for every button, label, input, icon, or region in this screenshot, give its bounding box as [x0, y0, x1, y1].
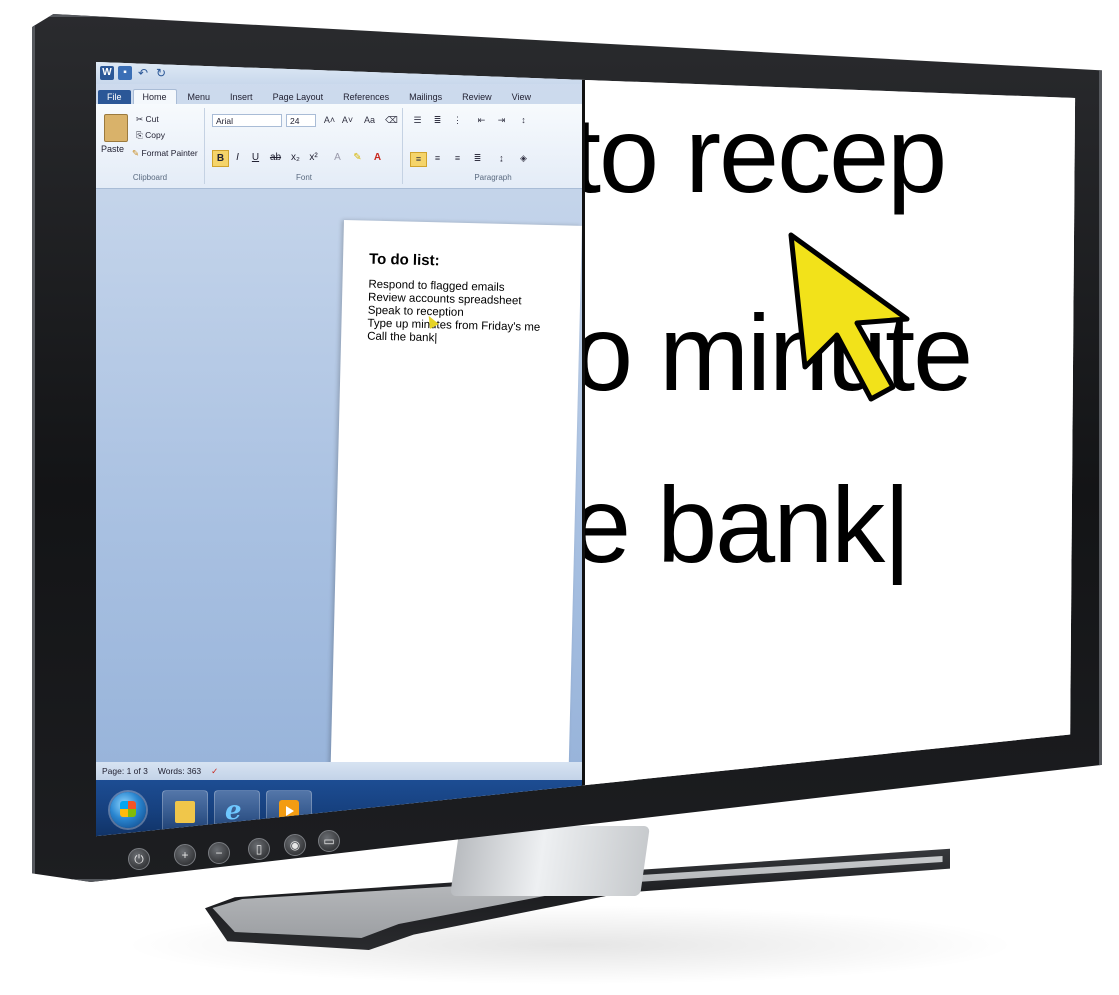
tab-view[interactable]: View	[503, 90, 540, 104]
minus-icon[interactable]: −	[208, 842, 230, 864]
magnified-line-1: to recep	[582, 94, 947, 215]
start-button[interactable]	[110, 792, 146, 828]
page-count[interactable]: Page: 1 of 3	[102, 766, 148, 776]
change-case-icon[interactable]: Aa	[362, 114, 377, 127]
paste-icon[interactable]	[104, 114, 128, 142]
paragraph-group-label: Paragraph	[474, 173, 512, 182]
magnifier-pane: to recep o minute e bank|	[582, 62, 1076, 837]
highlight-button[interactable]: ✎	[350, 150, 365, 165]
display-icon[interactable]: ▭	[318, 830, 340, 852]
magnified-line-3: e bank|	[582, 464, 911, 585]
decrease-indent-icon[interactable]: ⇤	[474, 114, 489, 127]
subscript-button[interactable]: x₂	[288, 150, 303, 165]
align-left-button[interactable]: ≡	[410, 152, 427, 167]
shading-icon[interactable]: ◈	[516, 152, 531, 165]
align-right-button[interactable]: ≡	[450, 152, 465, 165]
clipboard-group-label: Clipboard	[132, 173, 168, 182]
tab-review[interactable]: Review	[453, 90, 501, 104]
cut-label: Cut	[145, 114, 159, 124]
folder-icon	[175, 801, 195, 823]
tab-mailings[interactable]: Mailings	[400, 90, 451, 104]
power-icon[interactable]: ⏻	[128, 848, 150, 870]
font-size-select[interactable]: 24	[286, 114, 316, 127]
copy-icon: ⎘	[136, 130, 146, 140]
ribbon-tabs: File Home Menu Insert Page Layout Refere…	[96, 84, 582, 104]
underline-button[interactable]: U	[248, 150, 263, 165]
italic-button[interactable]: I	[230, 150, 245, 165]
status-bar: Page: 1 of 3 Words: 363 ✓	[96, 762, 582, 780]
line-spacing-icon[interactable]: ↨	[494, 152, 509, 165]
tab-insert[interactable]: Insert	[221, 90, 262, 104]
monitor-screen: W ▪ ↶ ↻ File Home Menu Insert Page Layou…	[96, 62, 1076, 837]
superscript-button[interactable]: x²	[306, 150, 321, 165]
paragraph-group: ☰ ≣ ⋮ ⇤ ⇥ ↕ ≡ ≡ ≡ ≣ ↨ ◈ Paragraph	[404, 108, 582, 184]
windows-start-icon	[120, 801, 136, 817]
tab-page-layout[interactable]: Page Layout	[264, 90, 333, 104]
justify-button[interactable]: ≣	[470, 152, 485, 165]
font-name-select[interactable]: Arial	[212, 114, 282, 127]
save-icon[interactable]: ▪	[118, 66, 132, 80]
bullets-icon[interactable]: ☰	[410, 114, 425, 127]
multilevel-list-icon[interactable]: ⋮	[450, 114, 465, 127]
redo-icon[interactable]: ↻	[154, 66, 168, 80]
format-painter-button[interactable]: ✎ Format Painter	[132, 148, 198, 159]
clipboard-group: Paste ✂ Cut ⎘ Copy ✎ Format Painter Clip…	[96, 108, 205, 184]
cut-button[interactable]: ✂ Cut	[136, 114, 159, 125]
tab-menu[interactable]: Menu	[179, 90, 220, 104]
format-painter-label: Format Painter	[141, 148, 198, 158]
undo-icon[interactable]: ↶	[136, 66, 150, 80]
magnified-pointer-icon	[788, 232, 910, 402]
font-color-button[interactable]: A	[370, 150, 385, 165]
word-window: W ▪ ↶ ↻ File Home Menu Insert Page Layou…	[96, 62, 582, 837]
menu-icon[interactable]: ◉	[284, 834, 306, 856]
sort-icon[interactable]: ↕	[516, 114, 531, 127]
copy-label: Copy	[145, 130, 166, 140]
text-effects-button[interactable]: A	[330, 150, 345, 165]
proofing-icon[interactable]: ✓	[211, 766, 218, 777]
plus-icon[interactable]: +	[174, 844, 196, 866]
tab-home[interactable]: Home	[132, 89, 177, 104]
word-count[interactable]: Words: 363	[158, 766, 201, 776]
clear-formatting-icon[interactable]: ⌫	[384, 114, 399, 127]
brush-icon: ✎	[132, 148, 140, 158]
word-icon: W	[100, 66, 114, 80]
document-title: To do list:	[368, 250, 440, 270]
paste-button[interactable]: Paste	[101, 144, 124, 154]
copy-button[interactable]: ⎘ Copy	[136, 130, 165, 141]
ribbon: Paste ✂ Cut ⎘ Copy ✎ Format Painter Clip…	[96, 104, 582, 189]
internet-explorer-icon: e	[225, 796, 242, 826]
shrink-font-icon[interactable]: A˅	[340, 114, 355, 127]
font-group: Arial 24 A˄ A˅ Aa ⌫ B I U ab x₂ x² A ✎ A…	[206, 108, 403, 184]
input-icon[interactable]: ▯	[248, 838, 270, 860]
align-center-button[interactable]: ≡	[430, 152, 445, 165]
numbering-icon[interactable]: ≣	[430, 114, 445, 127]
grow-font-icon[interactable]: A˄	[322, 114, 337, 127]
tab-references[interactable]: References	[334, 90, 398, 104]
document-page[interactable]: To do list: Respond to flagged emails Re…	[330, 220, 582, 786]
font-group-label: Font	[295, 173, 312, 182]
increase-indent-icon[interactable]: ⇥	[494, 114, 509, 127]
bold-button[interactable]: B	[212, 150, 229, 167]
tab-file[interactable]: File	[98, 90, 131, 104]
strikethrough-button[interactable]: ab	[268, 150, 283, 165]
document-body[interactable]: Respond to flagged emails Review account…	[367, 279, 541, 348]
